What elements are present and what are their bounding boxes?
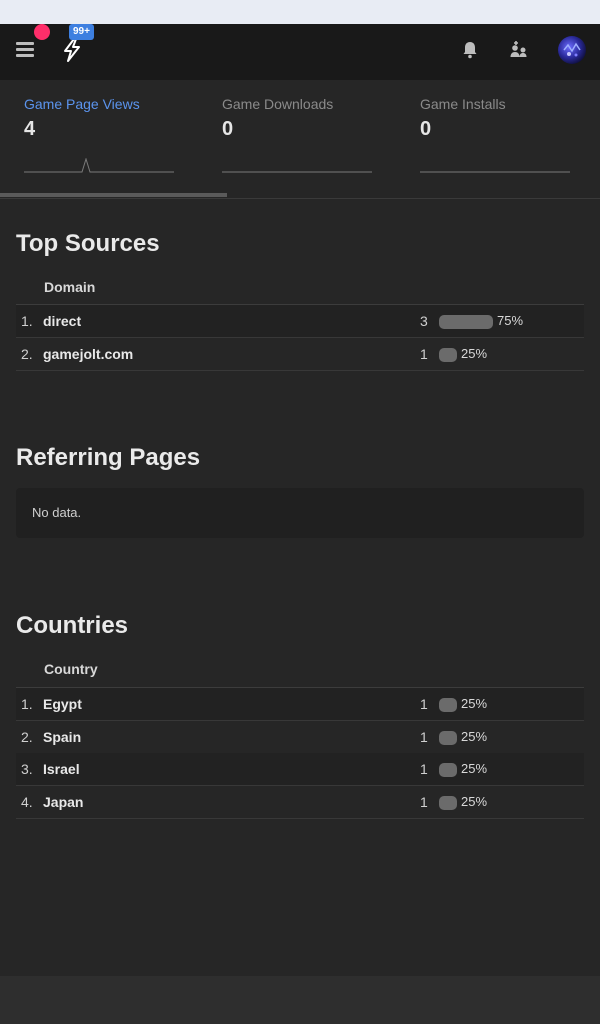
stat-value: 0 <box>420 118 432 140</box>
avatar[interactable] <box>558 36 586 64</box>
sparkline <box>222 171 372 173</box>
bell-icon[interactable] <box>458 38 482 62</box>
row-count: 3 <box>420 313 428 329</box>
row-rank: 4. <box>21 793 33 810</box>
row-count: 1 <box>420 696 428 712</box>
no-data-text: No data. <box>32 505 82 520</box>
countries-title: Countries <box>16 612 129 639</box>
row-rank: 3. <box>21 761 33 777</box>
row-name[interactable]: Japan <box>43 794 83 810</box>
percent-bar <box>439 795 457 810</box>
row-name[interactable]: Spain <box>43 729 81 745</box>
percent-bar <box>439 698 457 712</box>
tab-game-downloads[interactable]: Game Downloads 0 <box>222 96 382 173</box>
country-column-header: Country <box>44 661 98 677</box>
row-count: 1 <box>420 793 428 810</box>
row-count: 1 <box>420 761 428 777</box>
table-row: 1. Egypt 1 25% <box>16 688 584 721</box>
table-row: 1. direct 3 75% <box>16 305 584 338</box>
percent-bar <box>439 763 457 777</box>
row-name[interactable]: direct <box>43 313 81 329</box>
row-count: 1 <box>420 346 428 362</box>
table-row: 2. gamejolt.com 1 25% <box>16 338 584 371</box>
no-data-panel: No data. <box>16 488 584 538</box>
row-percent: 25% <box>461 761 488 776</box>
tab-game-installs[interactable]: Game Installs 0 <box>420 96 580 173</box>
row-name[interactable]: Israel <box>43 761 80 777</box>
browser-strip <box>0 0 600 24</box>
tab-game-page-views[interactable]: Game Page Views 4 <box>24 96 184 173</box>
sparkline <box>24 158 174 173</box>
stat-value: 4 <box>24 118 36 140</box>
active-tab-indicator <box>0 193 227 197</box>
footer-area <box>0 976 600 1024</box>
row-percent: 25% <box>461 728 488 744</box>
row-percent: 25% <box>461 793 488 809</box>
table-row: 3. Israel 1 25% <box>16 753 584 786</box>
row-percent: 25% <box>461 346 488 361</box>
referring-pages-title: Referring Pages <box>16 444 201 471</box>
row-rank: 2. <box>21 346 33 362</box>
friends-icon[interactable] <box>507 38 531 62</box>
row-name[interactable]: Egypt <box>43 696 82 712</box>
main-content: Top Sources Domain 1. direct 3 75% 2. gamejol… <box>0 199 600 976</box>
stats-tabs: Game Page Views 4 Game Downloads 0 Game … <box>0 80 600 199</box>
percent-bar <box>439 730 457 745</box>
sparkline <box>420 171 570 173</box>
table-row: 4. Japan 1 25% <box>16 786 584 819</box>
menu-icon[interactable] <box>16 42 34 58</box>
percent-bar <box>439 315 493 329</box>
top-navigation-bar: 99+ <box>0 24 600 80</box>
row-rank: 2. <box>21 728 33 745</box>
row-rank: 1. <box>21 313 33 329</box>
percent-bar <box>439 348 457 362</box>
notification-count-badge: 99+ <box>69 24 94 40</box>
table-row: 2. Spain 1 25% <box>16 721 584 754</box>
stat-label: Game Installs <box>420 96 506 112</box>
stat-value: 0 <box>222 118 234 140</box>
domain-column-header: Domain <box>44 279 96 295</box>
gamejolt-logo-icon[interactable] <box>62 38 84 62</box>
top-sources-title: Top Sources <box>16 230 160 257</box>
row-count: 1 <box>420 728 428 745</box>
stat-label: Game Page Views <box>24 96 140 112</box>
stat-label: Game Downloads <box>222 96 334 112</box>
notification-dot <box>34 24 50 40</box>
row-rank: 1. <box>21 696 33 712</box>
row-percent: 75% <box>497 313 524 328</box>
row-name[interactable]: gamejolt.com <box>43 346 133 362</box>
row-percent: 25% <box>461 696 488 711</box>
